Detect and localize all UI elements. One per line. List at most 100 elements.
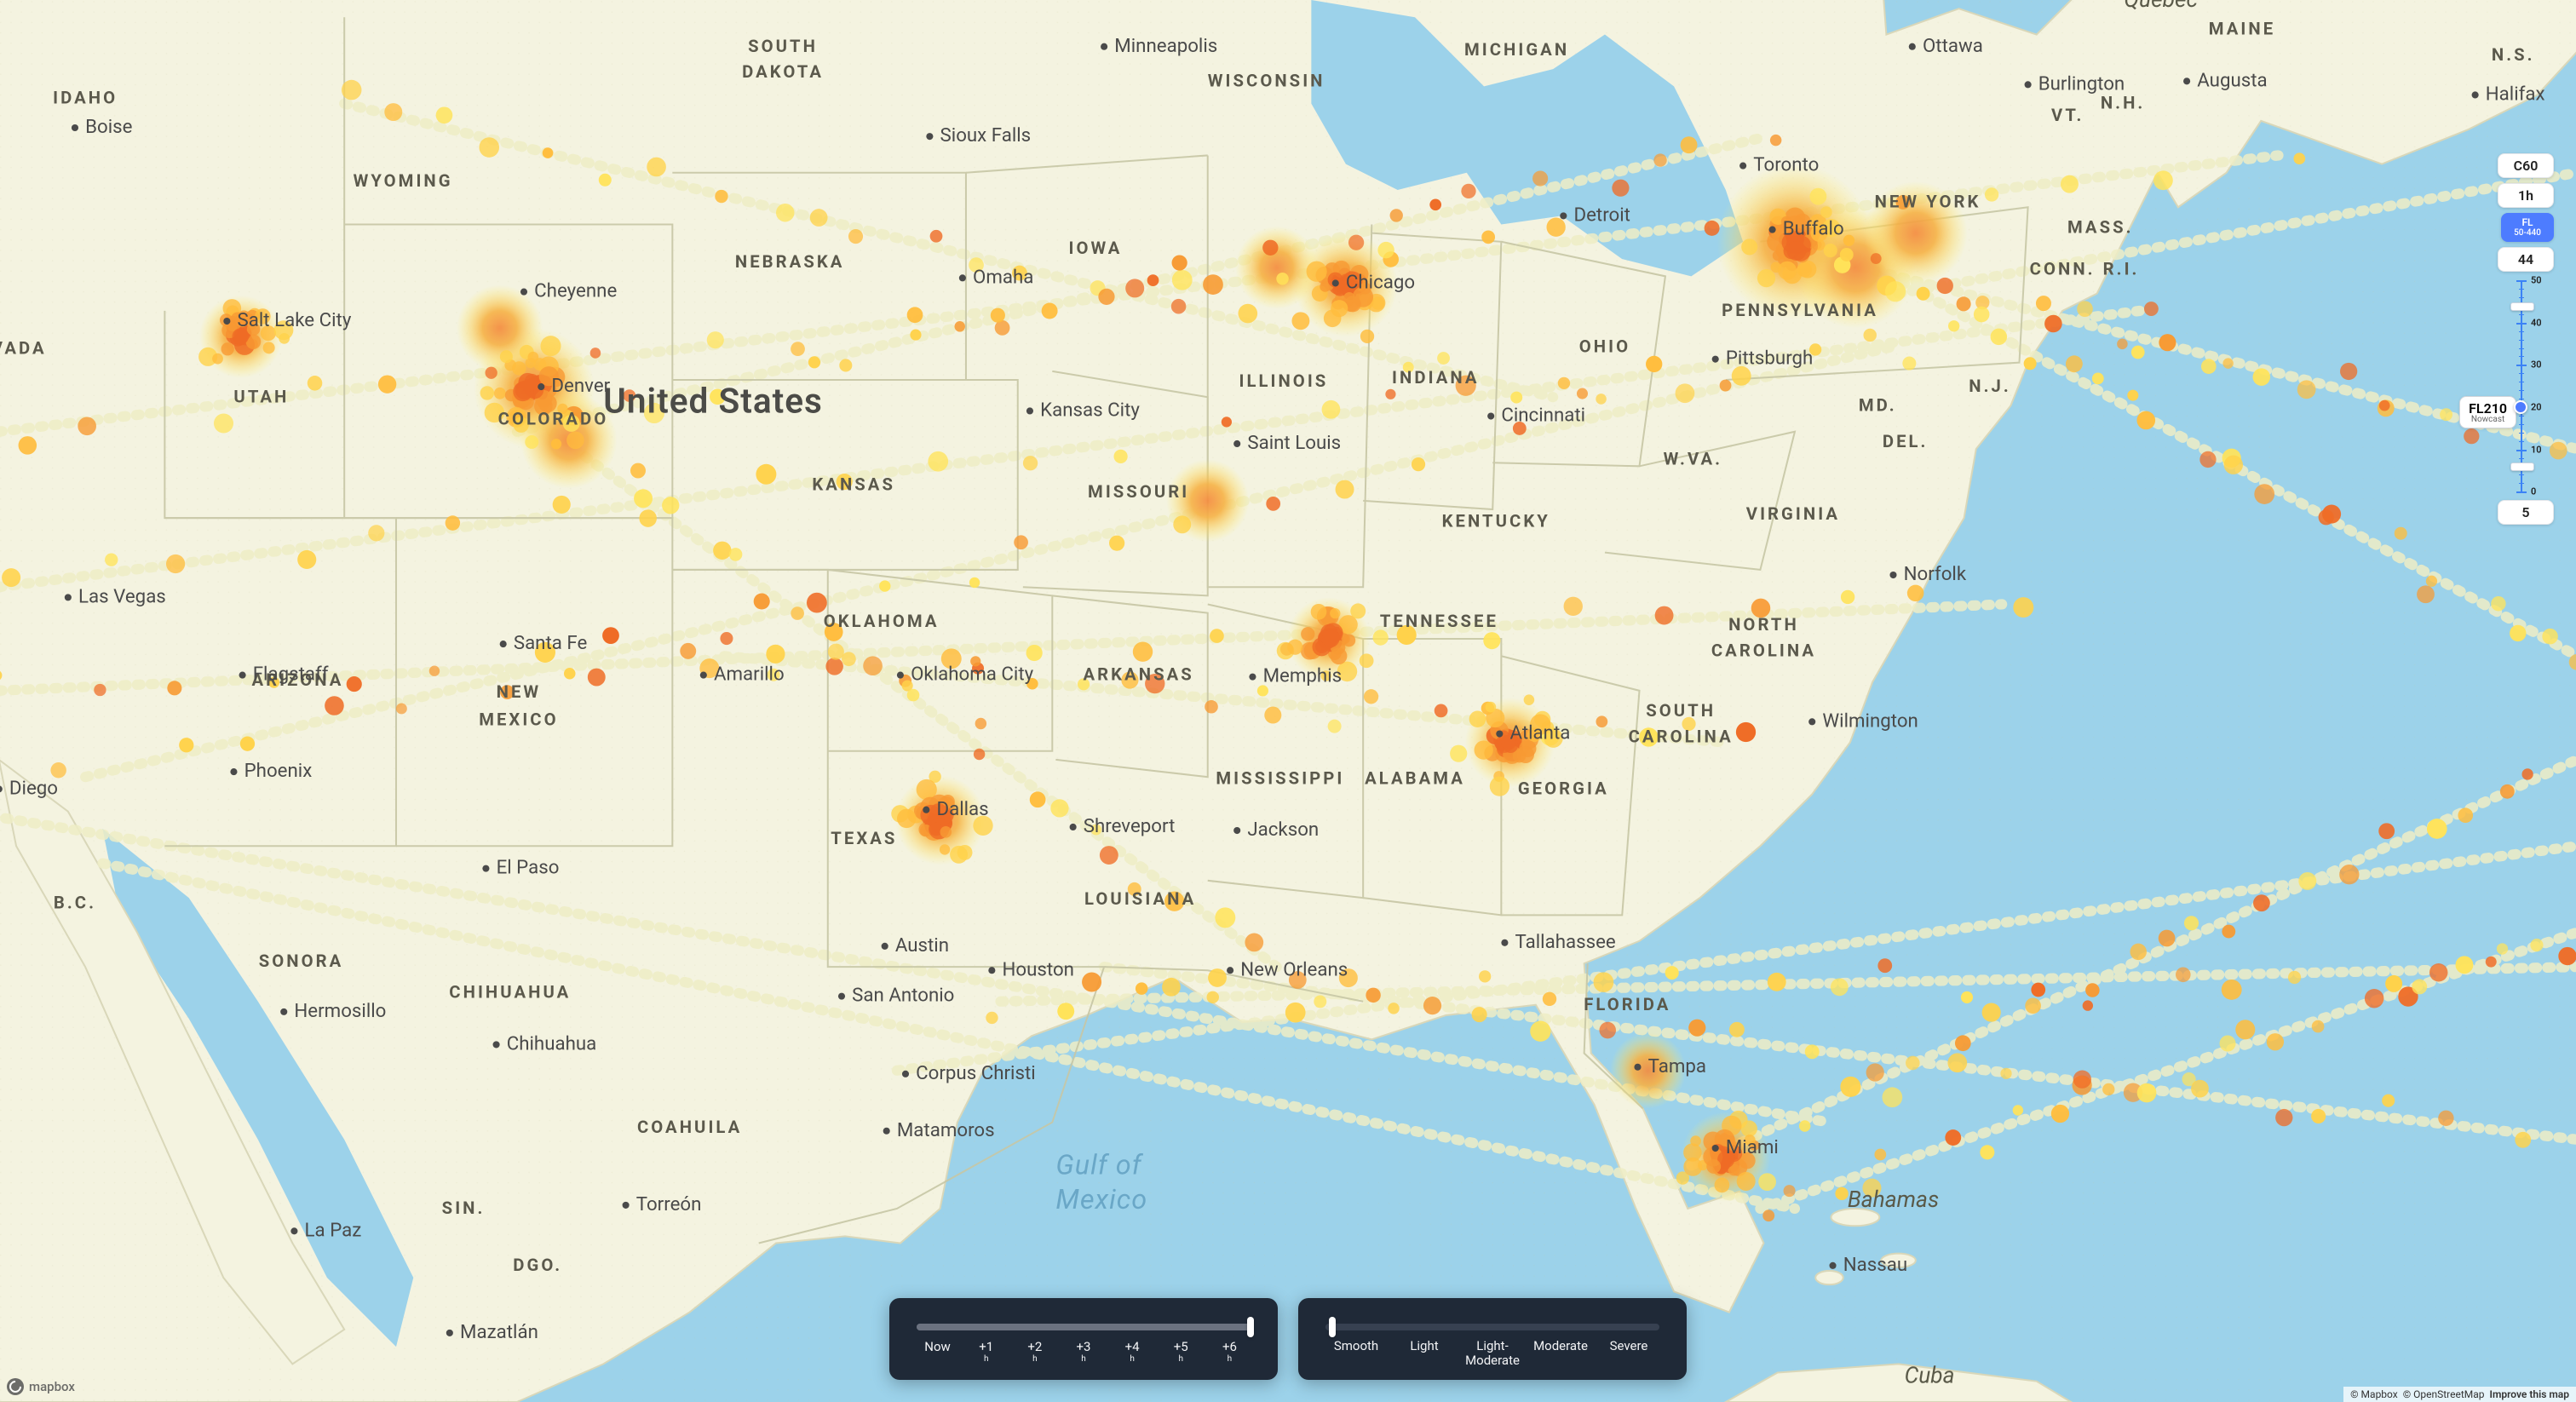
- svg-text:GEORGIA: GEORGIA: [1518, 778, 1609, 798]
- bottom-controls: Now+1h+2h+3h+4h+5h+6h SmoothLightLight-M…: [889, 1298, 1687, 1381]
- svg-text:DAKOTA: DAKOTA: [742, 61, 824, 82]
- svg-text:Diego: Diego: [9, 777, 58, 799]
- map-svg[interactable]: United StatesGulf ofMexico MAINEIDAHOSOU…: [0, 0, 2576, 1402]
- fl-scale-label: 20: [2531, 401, 2542, 412]
- svg-text:EVADA: EVADA: [0, 338, 47, 359]
- flight-level-scale-track: [2521, 280, 2522, 491]
- svg-text:PENNSYLVANIA: PENNSYLVANIA: [1722, 300, 1878, 320]
- attr-osm-link[interactable]: © OpenStreetMap: [2403, 1388, 2485, 1400]
- svg-text:UTAH: UTAH: [233, 386, 289, 406]
- intensity-slider-handle[interactable]: [1329, 1317, 1336, 1337]
- svg-text:OHIO: OHIO: [1579, 336, 1630, 357]
- time-slider-label: +2h: [1010, 1339, 1059, 1364]
- svg-text:Wilmington: Wilmington: [1822, 710, 1918, 732]
- svg-text:Buffalo: Buffalo: [1783, 218, 1844, 240]
- window-pill[interactable]: 1h: [2498, 183, 2554, 208]
- svg-text:Flagstaff: Flagstaff: [253, 664, 329, 686]
- svg-text:FLORIDA: FLORIDA: [1584, 994, 1670, 1014]
- svg-text:Nassau: Nassau: [1843, 1254, 1907, 1276]
- fl-current-indicator[interactable]: [2514, 400, 2527, 414]
- svg-text:ILLINOIS: ILLINOIS: [1239, 371, 1329, 391]
- svg-text:Pittsburgh: Pittsburgh: [1726, 348, 1813, 370]
- intensity-slider-panel: SmoothLightLight-ModerateModerateSevere: [1298, 1298, 1687, 1381]
- svg-text:N.J.: N.J.: [1969, 376, 2011, 396]
- time-slider-track[interactable]: [917, 1324, 1251, 1330]
- svg-text:NORTH: NORTH: [1728, 614, 1799, 635]
- svg-text:CAROLINA: CAROLINA: [1629, 727, 1734, 747]
- svg-text:LOUISIANA: LOUISIANA: [1084, 888, 1196, 909]
- time-slider-panel: Now+1h+2h+3h+4h+5h+6h: [889, 1298, 1278, 1381]
- svg-text:TEXAS: TEXAS: [831, 828, 897, 848]
- svg-text:MASS.: MASS.: [2067, 217, 2134, 238]
- svg-text:Mexico: Mexico: [1055, 1183, 1147, 1215]
- mapbox-logo-icon: [7, 1378, 24, 1395]
- svg-text:Cincinnati: Cincinnati: [1501, 405, 1585, 427]
- fl-lower-value-pill[interactable]: 5: [2498, 500, 2554, 525]
- svg-text:COAHUILA: COAHUILA: [637, 1117, 742, 1137]
- svg-text:Matamoros: Matamoros: [897, 1119, 995, 1141]
- attr-mapbox-link[interactable]: © Mapbox: [2350, 1388, 2398, 1400]
- svg-text:SOUTH: SOUTH: [1646, 700, 1716, 721]
- svg-text:NEW YORK: NEW YORK: [1875, 191, 1981, 211]
- svg-text:Omaha: Omaha: [973, 266, 1033, 288]
- svg-text:Burlington: Burlington: [2038, 72, 2125, 95]
- time-slider-handle[interactable]: [1247, 1317, 1254, 1337]
- svg-text:Toronto: Toronto: [1753, 154, 1819, 176]
- svg-text:Amarillo: Amarillo: [714, 664, 785, 686]
- svg-text:CHIHUAHUA: CHIHUAHUA: [449, 982, 571, 1003]
- svg-text:NEW: NEW: [497, 681, 542, 702]
- svg-text:N.S.: N.S.: [2492, 44, 2535, 65]
- svg-text:Memphis: Memphis: [1263, 665, 1343, 687]
- intensity-slider-label: Light: [1390, 1339, 1458, 1353]
- svg-text:Miami: Miami: [1726, 1136, 1779, 1158]
- svg-text:Minneapolis: Minneapolis: [1114, 35, 1217, 57]
- svg-text:KANSAS: KANSAS: [812, 474, 895, 495]
- svg-text:Corpus Christi: Corpus Christi: [916, 1062, 1036, 1084]
- svg-text:Denver: Denver: [551, 375, 610, 397]
- intensity-slider-track[interactable]: [1325, 1324, 1659, 1330]
- fl-scale-label: 50: [2531, 275, 2542, 286]
- svg-text:Bahamas: Bahamas: [1848, 1187, 1939, 1213]
- svg-text:WISCONSIN: WISCONSIN: [1208, 70, 1325, 90]
- fl-scale-label: 10: [2531, 444, 2542, 455]
- svg-text:New Orleans: New Orleans: [1240, 958, 1348, 980]
- svg-text:Chicago: Chicago: [1346, 272, 1415, 294]
- svg-text:IDAHO: IDAHO: [53, 88, 118, 108]
- fl-scale-label: 0: [2531, 486, 2536, 497]
- svg-text:Sioux Falls: Sioux Falls: [940, 124, 1032, 147]
- svg-text:Tallahassee: Tallahassee: [1515, 931, 1616, 953]
- svg-text:DEL.: DEL.: [1883, 431, 1929, 451]
- fl-range-pill-bottom: 50-440: [2507, 228, 2548, 238]
- svg-text:SONORA: SONORA: [259, 951, 344, 971]
- svg-text:MD.: MD.: [1859, 394, 1897, 415]
- time-slider-label: +6h: [1205, 1339, 1254, 1364]
- intensity-slider-labels: SmoothLightLight-ModerateModerateSevere: [1322, 1339, 1663, 1369]
- fl-upper-value-pill[interactable]: 44: [2498, 247, 2554, 272]
- fl-range-handle-top[interactable]: [2510, 302, 2534, 311]
- svg-text:ALABAMA: ALABAMA: [1365, 767, 1465, 788]
- mapbox-logo[interactable]: mapbox: [7, 1378, 75, 1395]
- svg-text:Oklahoma City: Oklahoma City: [911, 664, 1034, 686]
- svg-text:El Paso: El Paso: [497, 857, 560, 879]
- svg-text:Torreón: Torreón: [636, 1193, 702, 1215]
- svg-text:MISSISSIPPI: MISSISSIPPI: [1216, 767, 1344, 788]
- svg-text:La Paz: La Paz: [305, 1219, 362, 1241]
- svg-text:N.H.: N.H.: [2101, 93, 2146, 113]
- attr-improve-link[interactable]: Improve this map: [2490, 1388, 2569, 1400]
- svg-text:Saint Louis: Saint Louis: [1247, 432, 1341, 454]
- svg-text:TENNESSEE: TENNESSEE: [1380, 611, 1498, 631]
- svg-text:VT.: VT.: [2051, 105, 2084, 125]
- map-attribution: © Mapbox © OpenStreetMap Improve this ma…: [2343, 1387, 2576, 1402]
- fl-range-pill[interactable]: FL 50-440: [2501, 213, 2554, 242]
- fl-range-handle-bottom[interactable]: [2510, 463, 2534, 471]
- svg-text:Dallas: Dallas: [936, 798, 988, 820]
- map-canvas[interactable]: United StatesGulf ofMexico MAINEIDAHOSOU…: [0, 0, 2576, 1402]
- flight-level-scale[interactable]: 50403020100: [2514, 280, 2551, 491]
- type-pill[interactable]: C60: [2498, 153, 2554, 178]
- svg-text:Atlanta: Atlanta: [1509, 722, 1570, 744]
- time-slider-label: +5h: [1157, 1339, 1205, 1364]
- intensity-slider-label: Light-Moderate: [1458, 1339, 1527, 1369]
- svg-text:Hermosillo: Hermosillo: [294, 1000, 386, 1022]
- svg-text:CONN.: CONN.: [2030, 258, 2096, 279]
- svg-text:United States: United States: [603, 380, 823, 421]
